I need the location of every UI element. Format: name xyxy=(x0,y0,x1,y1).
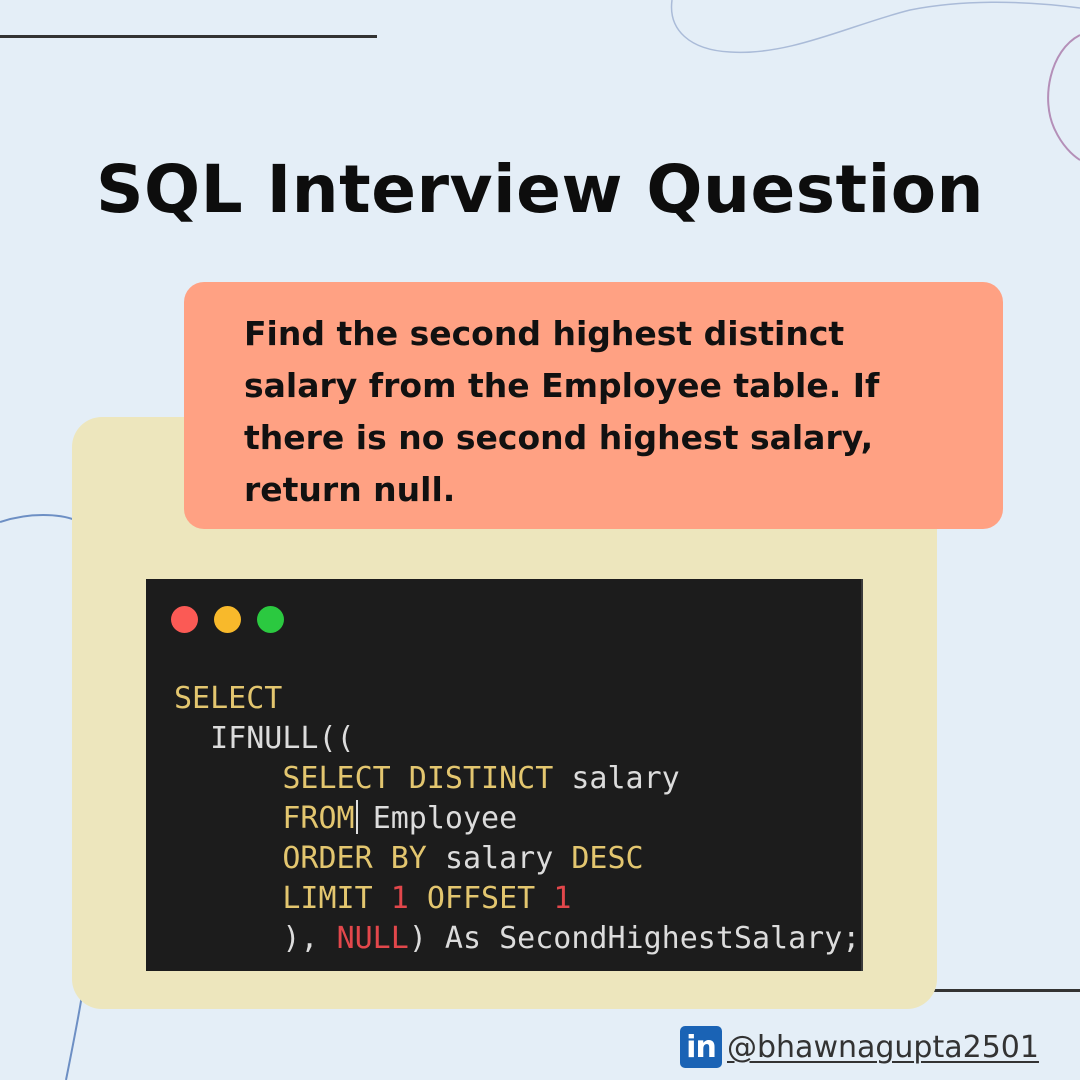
author-handle-link[interactable]: @bhawnagupta2501 xyxy=(727,1030,1039,1065)
code-window: SELECT IFNULL(( SELECT DISTINCT salary F… xyxy=(146,579,863,971)
code-alias: SecondHighestSalary; xyxy=(499,921,861,956)
question-text: Find the second highest distinct salary … xyxy=(244,314,880,509)
linkedin-icon[interactable]: in xyxy=(680,1026,722,1068)
question-box: Find the second highest distinct salary … xyxy=(184,282,1003,529)
author-credit: in @bhawnagupta2501 xyxy=(680,1025,1039,1069)
code-null: NULL xyxy=(336,921,409,956)
page-title: SQL Interview Question xyxy=(95,151,985,228)
code-func-ifnull: IFNULL(( xyxy=(210,721,355,756)
code-keyword-desc: DESC xyxy=(571,841,644,876)
code-table-employee: Employee xyxy=(372,801,518,836)
sql-code: SELECT IFNULL(( SELECT DISTINCT salary F… xyxy=(174,679,860,959)
minimize-dot-icon xyxy=(214,606,241,633)
top-divider xyxy=(0,35,377,38)
code-keyword-select-distinct: SELECT DISTINCT xyxy=(282,761,554,796)
close-dot-icon xyxy=(171,606,198,633)
code-keyword-order-by: ORDER BY xyxy=(282,841,427,876)
code-keyword-limit: LIMIT xyxy=(282,881,373,916)
code-column-salary: salary xyxy=(571,761,680,796)
code-keyword-select: SELECT xyxy=(174,681,283,716)
code-keyword-from: FROM xyxy=(282,801,355,836)
code-keyword-offset: OFFSET xyxy=(426,881,536,916)
code-number-limit: 1 xyxy=(390,881,409,916)
code-close-as: ) As xyxy=(408,921,482,956)
code-close-paren: ), xyxy=(282,921,319,956)
maximize-dot-icon xyxy=(257,606,284,633)
text-cursor xyxy=(355,800,358,834)
code-number-offset: 1 xyxy=(553,881,572,916)
code-column-salary-order: salary xyxy=(444,841,554,876)
